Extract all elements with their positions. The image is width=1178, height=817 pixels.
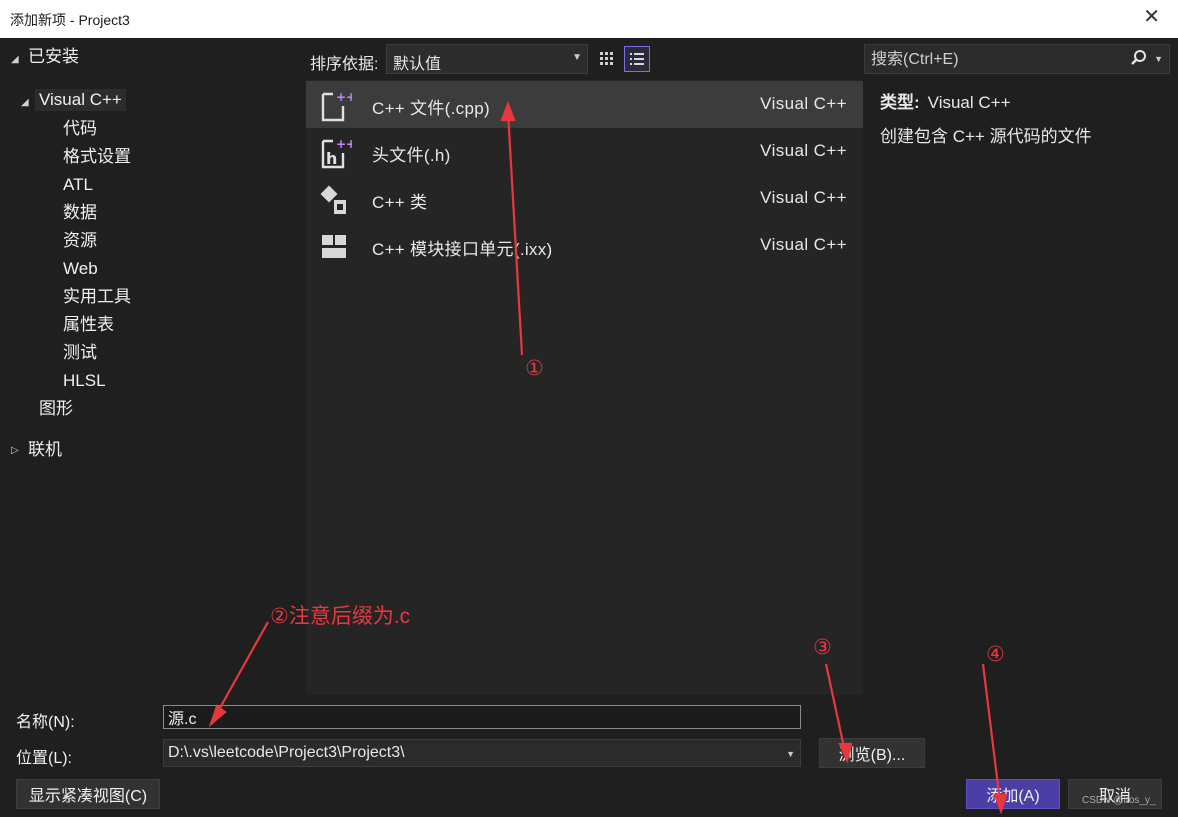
tree-node-test[interactable]: 测试 xyxy=(63,342,97,364)
chevron-down-icon: ▼ xyxy=(572,52,582,63)
template-item-module-interface[interactable]: C++ 模块接口单元(.ixx) Visual C++ xyxy=(306,222,863,269)
details-description: 创建包含 C++ 源代码的文件 xyxy=(880,127,1092,146)
template-language: Visual C++ xyxy=(760,94,847,113)
template-language: Visual C++ xyxy=(760,188,847,207)
watermark: CSDN @Itos_y_ xyxy=(1082,795,1156,806)
cpp-class-icon xyxy=(320,182,352,216)
tree-node-code[interactable]: 代码 xyxy=(63,118,97,140)
type-label: 类型: xyxy=(880,93,920,112)
close-icon[interactable]: ✕ xyxy=(1143,7,1160,27)
template-language: Visual C++ xyxy=(760,141,847,160)
template-name: C++ 类 xyxy=(372,193,428,212)
search-icon[interactable] xyxy=(1130,49,1147,71)
tree-node-utility[interactable]: 实用工具 xyxy=(63,286,131,308)
module-interface-icon xyxy=(320,229,352,263)
svg-text:++: ++ xyxy=(336,137,352,151)
chevron-down-icon[interactable]: ▼ xyxy=(786,749,795,759)
tree-node-graphics[interactable]: 图形 xyxy=(39,398,73,420)
template-item-header-file[interactable]: h ++ 头文件(.h) Visual C++ xyxy=(306,128,863,175)
title-bar: 添加新项 - Project3 ✕ xyxy=(0,0,1178,38)
tree-node-property-sheets[interactable]: 属性表 xyxy=(63,314,114,336)
expanded-triangle-icon[interactable]: ◢ xyxy=(21,97,29,108)
tree-node-visual-cpp[interactable]: Visual C++ xyxy=(35,89,126,111)
template-name: C++ 模块接口单元(.ixx) xyxy=(372,240,553,259)
details-type: 类型: Visual C++ xyxy=(880,88,1011,113)
sort-dropdown[interactable]: 默认值 ▼ xyxy=(386,44,588,74)
sort-label: 排序依据: xyxy=(310,56,379,73)
annotation-4: ④ xyxy=(986,643,1005,666)
svg-text:h: h xyxy=(326,149,337,168)
template-item-cpp-file[interactable]: ++ C++ 文件(.cpp) Visual C++ xyxy=(306,81,863,128)
annotation-3: ③ xyxy=(813,636,832,659)
template-language: Visual C++ xyxy=(760,235,847,254)
tree-node-atl[interactable]: ATL xyxy=(63,174,93,196)
tree-node-hlsl[interactable]: HLSL xyxy=(63,370,106,392)
cpp-file-icon: ++ xyxy=(320,88,356,122)
template-name: C++ 文件(.cpp) xyxy=(372,99,490,118)
annotation-2: ②注意后缀为.c xyxy=(270,605,411,628)
tree-node-formatting[interactable]: 格式设置 xyxy=(63,146,131,168)
window-title: 添加新项 - Project3 xyxy=(10,12,130,28)
location-label: 位置(L): xyxy=(16,750,73,767)
collapsed-triangle-icon[interactable]: ▷ xyxy=(11,445,19,456)
expanded-triangle-icon[interactable]: ◢ xyxy=(11,54,19,65)
template-item-cpp-class[interactable]: C++ 类 Visual C++ xyxy=(306,175,863,222)
tree-node-online[interactable]: 联机 xyxy=(28,439,62,461)
name-label: 名称(N): xyxy=(16,714,75,731)
search-box: ▼ xyxy=(864,44,1170,75)
category-tree: ◢ 已安装 ◢ Visual C++ 代码 格式设置 ATL 数据 资源 Web… xyxy=(0,38,304,695)
sort-toolbar: 排序依据: 默认值 ▼ xyxy=(306,44,862,78)
search-input[interactable] xyxy=(865,45,1133,75)
tree-node-resources[interactable]: 资源 xyxy=(63,230,97,252)
location-value: D:\.vs\leetcode\Project3\Project3\ xyxy=(168,744,405,761)
svg-text:++: ++ xyxy=(336,90,352,104)
location-combobox[interactable]: D:\.vs\leetcode\Project3\Project3\ ▼ xyxy=(163,739,801,767)
add-button[interactable]: 添加(A) xyxy=(966,779,1060,809)
sort-value: 默认值 xyxy=(393,56,442,73)
tree-node-web[interactable]: Web xyxy=(63,258,98,280)
name-field[interactable] xyxy=(163,705,801,729)
chevron-down-icon[interactable]: ▼ xyxy=(1154,54,1163,64)
browse-button[interactable]: 浏览(B)... xyxy=(819,738,925,768)
tree-node-installed[interactable]: 已安装 xyxy=(28,46,79,68)
header-file-icon: h ++ xyxy=(320,135,356,169)
grid-view-icon[interactable] xyxy=(594,46,620,72)
type-value: Visual C++ xyxy=(927,93,1011,112)
list-view-icon[interactable] xyxy=(624,46,650,72)
annotation-1: ① xyxy=(525,357,544,380)
compact-view-button[interactable]: 显示紧凑视图(C) xyxy=(16,779,160,809)
tree-node-data[interactable]: 数据 xyxy=(63,202,97,224)
template-name: 头文件(.h) xyxy=(372,146,451,165)
